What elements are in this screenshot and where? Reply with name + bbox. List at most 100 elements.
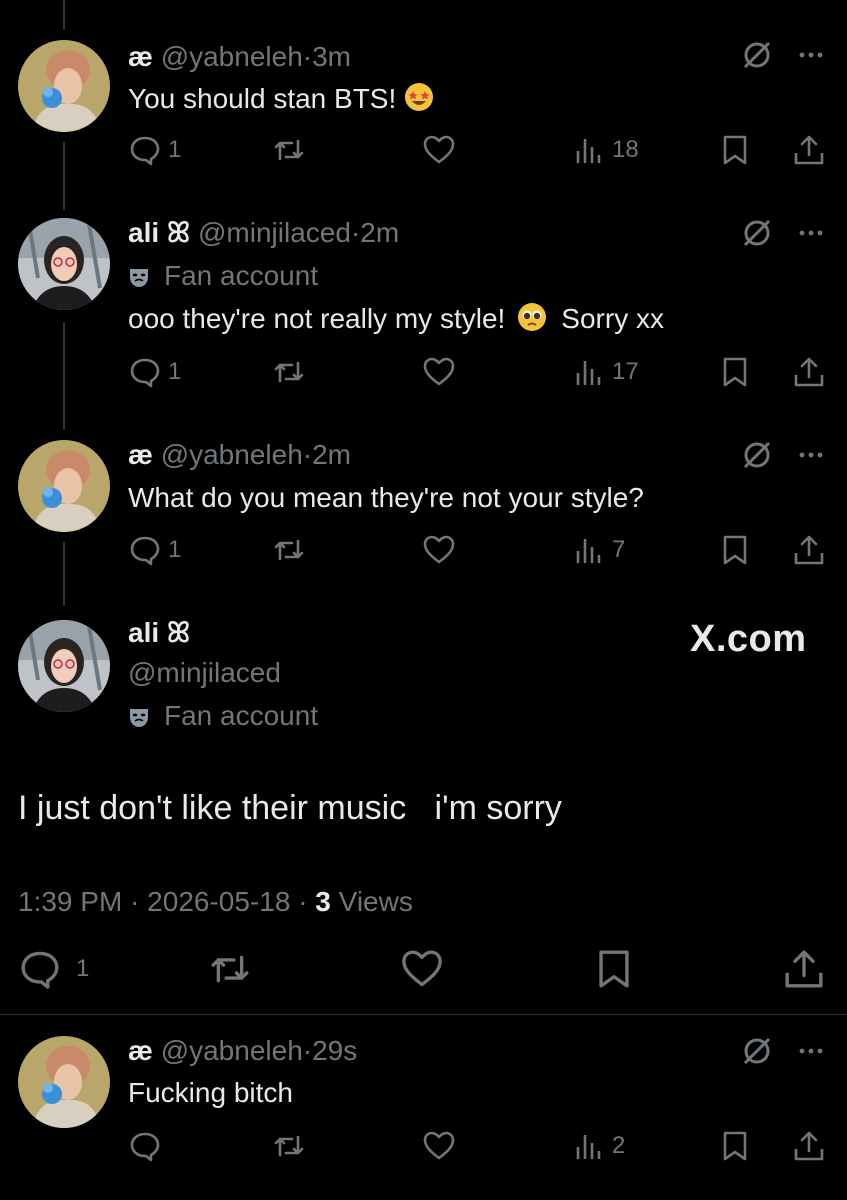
handle[interactable]: @minjilaced xyxy=(128,657,281,688)
views-icon xyxy=(576,539,601,563)
separator: · xyxy=(302,41,313,72)
bookmark-button[interactable] xyxy=(718,1126,752,1166)
view-count: 7 xyxy=(612,536,626,563)
divider xyxy=(0,1014,847,1015)
like-button[interactable] xyxy=(422,352,456,392)
grok-icon[interactable] xyxy=(740,1034,774,1068)
handle[interactable]: @yabneleh xyxy=(161,439,303,470)
avatar[interactable] xyxy=(18,620,110,712)
bookmark-icon xyxy=(723,535,747,565)
views-button[interactable]: 2 xyxy=(572,1126,625,1166)
retweet-button[interactable] xyxy=(272,1126,306,1166)
tweet-text: You should stan BTS! xyxy=(128,82,434,116)
bookmark-icon xyxy=(723,357,747,387)
more-icon[interactable] xyxy=(794,438,828,472)
views-count: 3 xyxy=(315,886,331,917)
tweet-actions: 1 17 xyxy=(128,352,828,392)
share-button[interactable] xyxy=(792,130,826,170)
retweet-button[interactable] xyxy=(208,946,252,992)
handle[interactable]: @yabneleh xyxy=(161,41,303,72)
focused-display-name[interactable]: ali ꕤ xyxy=(128,616,190,650)
share-button[interactable] xyxy=(792,352,826,392)
display-name[interactable]: ali ꕤ xyxy=(128,617,190,648)
retweet-icon xyxy=(274,139,304,161)
reply-icon xyxy=(130,536,160,566)
star-struck-emoji xyxy=(404,82,434,112)
post-date[interactable]: 2026-05-18 xyxy=(147,886,290,917)
display-name[interactable]: æ xyxy=(128,41,153,72)
tweet-text-content: Sorry xx xyxy=(561,303,664,334)
display-name[interactable]: ali ꕤ xyxy=(128,217,190,248)
separator: · xyxy=(350,217,361,248)
share-button[interactable] xyxy=(792,1126,826,1166)
avatar[interactable] xyxy=(18,218,110,310)
reply-button[interactable]: 1 xyxy=(128,530,181,570)
more-icon[interactable] xyxy=(794,216,828,250)
timestamp[interactable]: 29s xyxy=(312,1035,357,1066)
grok-icon[interactable] xyxy=(740,438,774,472)
reply-count: 1 xyxy=(168,136,182,163)
avatar[interactable] xyxy=(18,40,110,132)
timestamp[interactable]: 2m xyxy=(360,217,399,248)
post-time[interactable]: 1:39 PM xyxy=(18,886,122,917)
reply-button[interactable]: 1 xyxy=(128,352,181,392)
reply-button[interactable]: 1 xyxy=(128,130,181,170)
tweet-actions: 1 7 xyxy=(128,530,828,570)
bookmark-button[interactable] xyxy=(718,130,752,170)
share-icon xyxy=(794,535,824,565)
bookmark-icon xyxy=(723,135,747,165)
reply-count: 1 xyxy=(168,358,182,385)
fan-account-badge: Fan account xyxy=(128,259,318,293)
like-button[interactable] xyxy=(422,530,456,570)
avatar[interactable] xyxy=(18,440,110,532)
display-name[interactable]: æ xyxy=(128,439,153,470)
like-icon xyxy=(423,357,455,386)
share-icon xyxy=(794,135,824,165)
tweet-text-content: ooo they're not really my style! xyxy=(128,303,506,334)
tweet-header: æ @yabneleh·2m xyxy=(128,438,351,472)
timestamp[interactable]: 2m xyxy=(312,439,351,470)
like-button[interactable] xyxy=(400,946,444,992)
views-icon xyxy=(576,1135,601,1159)
bookmark-icon xyxy=(723,1131,747,1161)
reply-button[interactable]: 1 xyxy=(18,946,89,992)
handle[interactable]: @minjilaced xyxy=(198,217,351,248)
views-button[interactable]: 17 xyxy=(572,352,639,392)
tweet-text: What do you mean they're not your style? xyxy=(128,482,644,513)
focused-handle[interactable]: @minjilaced xyxy=(128,656,281,690)
like-button[interactable] xyxy=(422,130,456,170)
thread-line xyxy=(63,542,65,606)
retweet-button[interactable] xyxy=(272,530,306,570)
focused-tweet-actions: 1 xyxy=(18,946,828,992)
more-icon[interactable] xyxy=(794,38,828,72)
views-label: Views xyxy=(338,886,413,917)
bookmark-button[interactable] xyxy=(718,530,752,570)
grok-icon[interactable] xyxy=(740,216,774,250)
bookmark-button[interactable] xyxy=(718,352,752,392)
like-button[interactable] xyxy=(422,1126,456,1166)
timestamp[interactable]: 3m xyxy=(312,41,351,72)
more-icon[interactable] xyxy=(794,1034,828,1068)
retweet-icon xyxy=(274,361,304,383)
share-button[interactable] xyxy=(792,530,826,570)
like-icon xyxy=(423,1131,455,1160)
retweet-button[interactable] xyxy=(272,130,306,170)
share-button[interactable] xyxy=(782,946,826,992)
separator: · xyxy=(302,439,313,470)
views-button[interactable]: 7 xyxy=(572,530,625,570)
tweet-header: æ @yabneleh·3m xyxy=(128,40,351,74)
avatar[interactable] xyxy=(18,1036,110,1128)
display-name[interactable]: æ xyxy=(128,1035,153,1066)
badge-label: Fan account xyxy=(164,260,319,291)
share-icon xyxy=(794,1131,824,1161)
views-button[interactable]: 18 xyxy=(572,130,639,170)
retweet-button[interactable] xyxy=(272,352,306,392)
grok-icon[interactable] xyxy=(740,38,774,72)
bookmark-button[interactable] xyxy=(592,946,636,992)
reply-icon xyxy=(130,1132,160,1162)
reply-button[interactable] xyxy=(128,1126,162,1166)
handle[interactable]: @yabneleh xyxy=(161,1035,303,1066)
thread-line xyxy=(63,322,65,430)
fan-account-mask-icon xyxy=(130,709,148,727)
like-icon xyxy=(423,535,455,564)
